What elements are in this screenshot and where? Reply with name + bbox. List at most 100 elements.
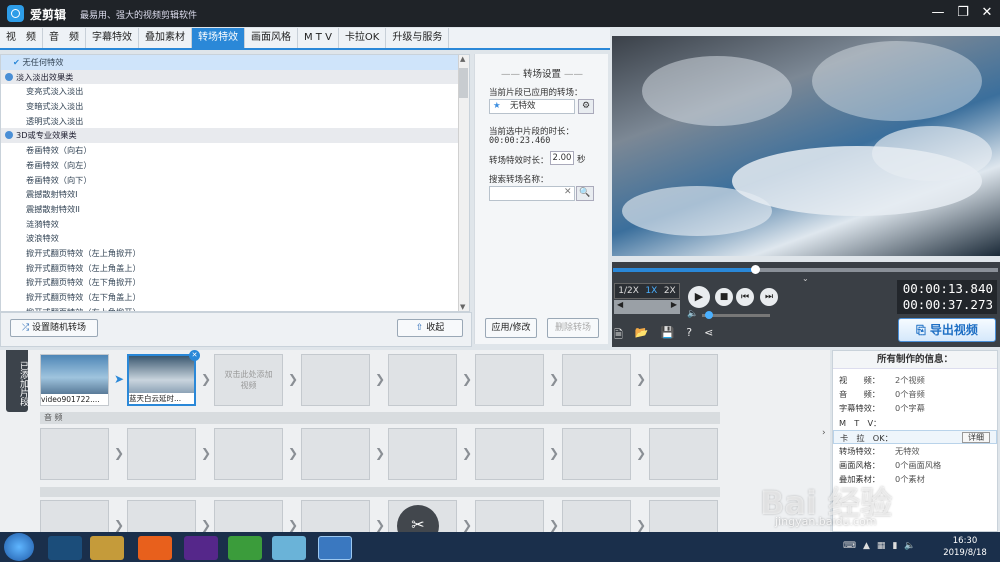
- details-button[interactable]: 详细: [962, 431, 990, 443]
- timeline-slot[interactable]: [475, 428, 544, 480]
- tab-5[interactable]: 画面风格: [245, 28, 298, 48]
- start-button-icon[interactable]: [4, 533, 34, 561]
- timeline-slot[interactable]: [388, 428, 457, 480]
- timeline-slot[interactable]: [562, 354, 631, 406]
- video-clip[interactable]: 蓝天白云延时... ✕: [127, 350, 200, 406]
- effect-item[interactable]: 卷画特效（向右）: [1, 143, 469, 158]
- transition-arrow-icon[interactable]: ❯: [636, 518, 646, 532]
- scrollbar-thumb[interactable]: [459, 68, 468, 98]
- transition-arrow-icon[interactable]: ❯: [114, 446, 124, 460]
- taskbar-firefox-icon[interactable]: [138, 536, 172, 560]
- speed-normal[interactable]: 1X: [645, 286, 657, 296]
- step-forward-icon[interactable]: ▶: [671, 300, 677, 314]
- volume-icon[interactable]: 🔈: [687, 309, 698, 319]
- restore-icon[interactable]: ❐: [953, 4, 973, 22]
- tab-0[interactable]: 视 频: [0, 28, 43, 48]
- progress-track[interactable]: [613, 268, 998, 272]
- taskbar-explorer-icon[interactable]: [90, 536, 124, 560]
- effect-category[interactable]: 淡入淡出效果类: [1, 69, 469, 85]
- effect-item[interactable]: ✔ 无任何特效: [1, 55, 469, 70]
- effect-item[interactable]: 震撼散射特效II: [1, 202, 469, 217]
- transition-arrow-icon[interactable]: ❯: [549, 446, 559, 460]
- progress-handle[interactable]: [751, 265, 761, 274]
- previous-icon[interactable]: ⏮: [736, 288, 754, 306]
- transition-arrow-icon[interactable]: ❯: [288, 518, 298, 532]
- transition-arrow-icon[interactable]: ❯: [375, 446, 385, 460]
- taskbar-media-icon[interactable]: [48, 536, 82, 560]
- transition-arrow-icon[interactable]: ❯: [462, 446, 472, 460]
- timeline-slot[interactable]: [127, 428, 196, 480]
- tab-8[interactable]: 升级与服务: [386, 28, 450, 48]
- remove-clip-icon[interactable]: ✕: [189, 350, 200, 361]
- tab-3[interactable]: 叠加素材: [139, 28, 192, 48]
- help-icon[interactable]: ?: [686, 326, 692, 345]
- transition-arrow-icon[interactable]: ❯: [201, 372, 211, 386]
- transition-arrow-icon[interactable]: ➤: [114, 372, 124, 386]
- apply-button[interactable]: 应用/修改: [485, 318, 537, 338]
- transition-arrow-icon[interactable]: ❯: [288, 446, 298, 460]
- effect-item[interactable]: 变暗式淡入淡出: [1, 99, 469, 114]
- transition-arrow-icon[interactable]: ❯: [201, 446, 211, 460]
- transition-picker-icon[interactable]: ⚙: [578, 99, 594, 114]
- timeline-slot[interactable]: [301, 354, 370, 406]
- effect-item[interactable]: 透明式淡入淡出: [1, 114, 469, 129]
- transition-arrow-icon[interactable]: ❯: [462, 372, 472, 386]
- video-preview[interactable]: [612, 36, 1000, 256]
- effect-item[interactable]: 变亮式淡入淡出: [1, 84, 469, 99]
- taskbar-app-icon[interactable]: [272, 536, 306, 560]
- video-clip[interactable]: video901722....: [40, 354, 109, 406]
- tab-1[interactable]: 音 频: [43, 28, 86, 48]
- timeline-slot[interactable]: [649, 354, 718, 406]
- timeline-slot[interactable]: [649, 428, 718, 480]
- transition-arrow-icon[interactable]: ❯: [636, 446, 646, 460]
- taskbar-aijianji-icon[interactable]: [318, 536, 352, 560]
- effect-item[interactable]: 掀开式翻页特效（左上角盖上）: [1, 261, 469, 276]
- collapse-button[interactable]: ⇧ 收起: [397, 319, 463, 337]
- search-icon[interactable]: 🔍: [576, 186, 594, 201]
- close-icon[interactable]: ✕: [977, 4, 997, 22]
- timeline-slot[interactable]: [301, 428, 370, 480]
- export-video-button[interactable]: ⎘ 导出视频: [898, 318, 996, 342]
- save-icon[interactable]: 💾: [661, 326, 675, 345]
- speed-half[interactable]: 1/2X: [618, 286, 639, 296]
- transition-arrow-icon[interactable]: ❯: [375, 372, 385, 386]
- volume-handle[interactable]: [704, 311, 713, 319]
- effect-item[interactable]: 波浪特效: [1, 231, 469, 246]
- tab-2[interactable]: 字幕特效: [86, 28, 139, 48]
- minimize-icon[interactable]: —: [928, 4, 948, 22]
- panel-expand-icon[interactable]: ›: [822, 428, 830, 442]
- tray-arrow-icon[interactable]: ▲: [863, 541, 870, 551]
- effect-item[interactable]: 卷画特效（向左）: [1, 158, 469, 173]
- timeline-slot[interactable]: 双击此处添加视频: [214, 354, 283, 406]
- speed-double[interactable]: 2X: [664, 286, 676, 296]
- new-project-icon[interactable]: 🗎: [614, 326, 623, 345]
- step-back-icon[interactable]: ◀: [617, 300, 623, 314]
- play-icon[interactable]: ▶: [688, 286, 710, 308]
- timeline-slot[interactable]: [475, 354, 544, 406]
- effect-item[interactable]: 掀开式翻页特效（左下角盖上）: [1, 290, 469, 305]
- taskbar-player-icon[interactable]: [184, 536, 218, 560]
- effect-item[interactable]: 震撼散射特效I: [1, 187, 469, 202]
- tab-6[interactable]: M T V: [298, 28, 339, 48]
- transition-arrow-icon[interactable]: ❯: [462, 518, 472, 532]
- timeline-slot[interactable]: [562, 428, 631, 480]
- clock[interactable]: 16:30 2019/8/18: [940, 535, 990, 559]
- effect-item[interactable]: 掀开式翻页特效（左上角掀开）: [1, 246, 469, 261]
- stop-icon[interactable]: ■: [715, 288, 733, 306]
- effect-item[interactable]: 掀开式翻页特效（右上角掀开）: [1, 305, 469, 311]
- tab-7[interactable]: 卡拉OK: [339, 28, 387, 48]
- collapse-icon[interactable]: [5, 72, 13, 81]
- signal-icon[interactable]: ▮: [892, 541, 897, 551]
- next-icon[interactable]: ⏭: [760, 288, 778, 306]
- random-transition-button[interactable]: ⤮ 设置随机转场: [10, 319, 98, 337]
- transition-arrow-icon[interactable]: ❯: [549, 518, 559, 532]
- share-icon[interactable]: ⋖: [704, 326, 713, 345]
- transition-arrow-icon[interactable]: ❯: [201, 518, 211, 532]
- delete-transition-button[interactable]: 删除转场: [547, 318, 599, 338]
- effect-duration-input[interactable]: 2.00: [550, 151, 574, 165]
- transition-arrow-icon[interactable]: ❯: [288, 372, 298, 386]
- network-icon[interactable]: ▦: [877, 541, 886, 551]
- timeline-slot[interactable]: [214, 428, 283, 480]
- search-transition-input[interactable]: [489, 186, 575, 201]
- tab-4[interactable]: 转场特效: [192, 28, 245, 48]
